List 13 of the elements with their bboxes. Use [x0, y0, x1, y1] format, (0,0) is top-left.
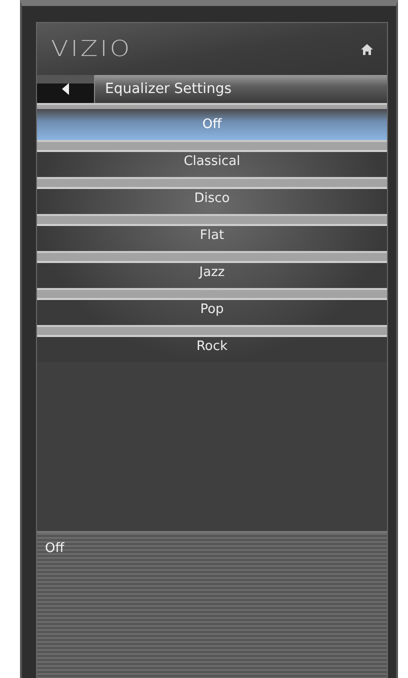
- option-item[interactable]: Rock: [37, 331, 387, 362]
- back-button[interactable]: [37, 75, 94, 103]
- home-icon[interactable]: [361, 44, 373, 54]
- description-text: Off: [45, 541, 64, 556]
- back-arrow-icon: [62, 83, 69, 95]
- option-item[interactable]: Off: [37, 109, 387, 140]
- logo: VIZIO: [51, 36, 132, 62]
- menu-title: Equalizer Settings: [94, 75, 387, 103]
- option-item[interactable]: Classical: [37, 146, 387, 177]
- option-item[interactable]: Flat: [37, 220, 387, 251]
- option-item[interactable]: Jazz: [37, 257, 387, 288]
- option-item[interactable]: Disco: [37, 183, 387, 214]
- option-item[interactable]: Pop: [37, 294, 387, 325]
